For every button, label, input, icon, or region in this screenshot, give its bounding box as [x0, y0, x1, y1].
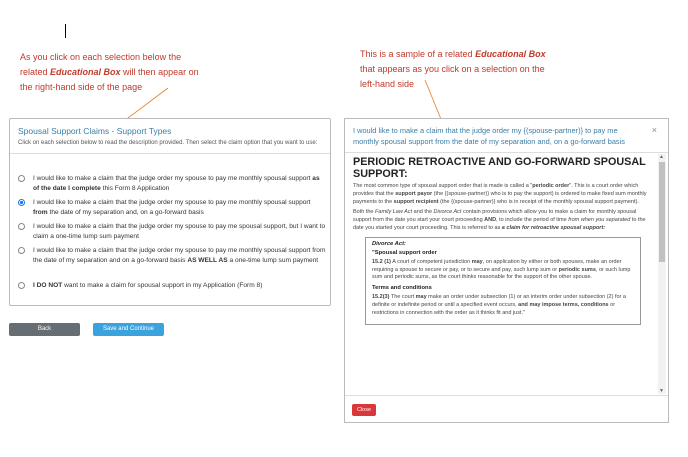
- educational-box-content: PERIODIC RETROACTIVE AND GO-FORWARD SPOU…: [353, 156, 653, 391]
- scroll-up-icon[interactable]: ▲: [659, 154, 664, 160]
- educational-box-footer: Close: [345, 395, 668, 423]
- educational-box: I would like to make a claim that the ju…: [344, 118, 669, 423]
- left-annotation: As you click on each selection below the…: [20, 52, 199, 92]
- scroll-down-icon[interactable]: ▼: [659, 388, 664, 394]
- scrollbar-thumb[interactable]: [659, 162, 665, 262]
- radio-button-selected[interactable]: [18, 199, 25, 206]
- panel-title: Spousal Support Claims - Support Types: [18, 126, 172, 136]
- scrollbar[interactable]: ▲ ▼: [658, 154, 666, 394]
- right-annotation: This is a sample of a related Educationa…: [360, 49, 546, 89]
- paragraph-periodic-order: The most common type of spousal support …: [353, 183, 647, 205]
- divorce-act-excerpt: Divorce Act: "Spousal support order 15.2…: [365, 236, 641, 325]
- radio-button[interactable]: [18, 223, 25, 230]
- option-no-claim[interactable]: I DO NOT want to make a claim for spousa…: [16, 281, 326, 291]
- back-button[interactable]: Back: [9, 323, 80, 336]
- content-heading: PERIODIC RETROACTIVE AND GO-FORWARD SPOU…: [353, 156, 646, 180]
- option-from-separation[interactable]: I would like to make a claim that the ju…: [16, 198, 326, 217]
- option-as-of-date[interactable]: I would like to make a claim that the ju…: [16, 174, 326, 193]
- close-icon[interactable]: ×: [652, 125, 657, 135]
- option-lump-sum[interactable]: I would like to make a claim that the ju…: [16, 222, 326, 241]
- text-cursor: [65, 24, 66, 38]
- radio-button[interactable]: [18, 247, 25, 254]
- option-monthly-and-lump-sum[interactable]: I would like to make a claim that the ju…: [16, 246, 326, 265]
- radio-button[interactable]: [18, 175, 25, 182]
- educational-box-title: I would like to make a claim that the ju…: [353, 126, 625, 146]
- support-types-panel: Spousal Support Claims - Support Types C…: [9, 118, 331, 306]
- close-button[interactable]: Close: [352, 404, 376, 416]
- panel-instructions: Click on each selection below to read th…: [18, 140, 318, 146]
- paragraph-retroactive: Both the Family Law Act and the Divorce …: [353, 209, 646, 231]
- save-and-continue-button[interactable]: Save and Continue: [93, 323, 164, 336]
- radio-button[interactable]: [18, 282, 25, 289]
